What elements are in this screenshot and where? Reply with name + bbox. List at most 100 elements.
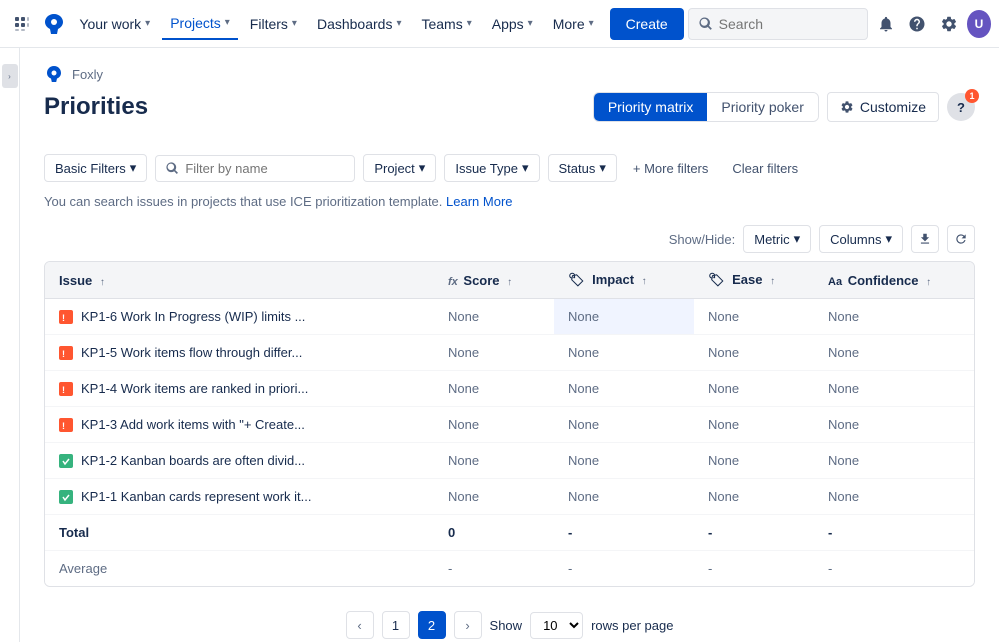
score-cell: None (434, 407, 554, 443)
avatar[interactable]: U (967, 10, 991, 38)
table-row[interactable]: KP1-2 Kanban boards are often divid... N… (45, 443, 974, 479)
impact-cell[interactable]: None (554, 443, 694, 479)
svg-text:!: ! (62, 421, 65, 430)
issue-cell: ! KP1-3 Add work items with "+ Create... (45, 407, 434, 443)
ease-cell: None (694, 407, 814, 443)
your-work-chevron: ▾ (145, 18, 150, 29)
next-page-button[interactable]: › (454, 611, 482, 639)
table-row[interactable]: ! KP1-3 Add work items with "+ Create...… (45, 407, 974, 443)
col-issue[interactable]: Issue ↑ (45, 262, 434, 299)
issue-icon-red: ! (59, 346, 73, 360)
ease-cell: None (694, 443, 814, 479)
impact-cell[interactable]: None (554, 335, 694, 371)
confidence-cell: None (814, 335, 974, 371)
sidebar-toggle[interactable]: › (0, 48, 20, 642)
showhide-bar: Show/Hide: Metric ▾ Columns ▾ (44, 225, 975, 253)
pagination: ‹ 1 2 › Show 10 25 50 rows per page (44, 603, 975, 642)
status-filter-button[interactable]: Status ▾ (548, 154, 617, 182)
rows-per-page-select[interactable]: 10 25 50 (530, 612, 583, 639)
filter-search-box[interactable] (155, 155, 355, 182)
apps-chevron: ▾ (528, 18, 533, 29)
issue-cell: KP1-2 Kanban boards are often divid... (45, 443, 434, 479)
showhide-label: Show/Hide: (669, 232, 735, 247)
page-1-button[interactable]: 1 (382, 611, 410, 639)
total-label: Total (45, 515, 434, 551)
score-cell: None (434, 479, 554, 515)
issue-cell: ! KP1-6 Work In Progress (WIP) limits ..… (45, 299, 434, 335)
priority-matrix-tab[interactable]: Priority matrix (594, 93, 708, 121)
nav-teams[interactable]: Teams ▾ (413, 8, 479, 40)
svg-text:!: ! (62, 385, 65, 394)
ease-cell: None (694, 479, 814, 515)
learn-more-link[interactable]: Learn More (446, 194, 512, 209)
impact-sort-icon: ↑ (642, 276, 647, 287)
avg-ease: - (694, 551, 814, 587)
issue-icon-check (59, 490, 73, 504)
impact-cell[interactable]: None (554, 371, 694, 407)
ease-cell: None (694, 371, 814, 407)
project-filter-chevron: ▾ (419, 160, 426, 176)
project-icon (44, 64, 64, 84)
col-confidence[interactable]: Aa Confidence ↑ (814, 262, 974, 299)
clear-filters-button[interactable]: Clear filters (724, 156, 806, 181)
help-button-badge[interactable]: ? 1 (947, 93, 975, 121)
nav-your-work[interactable]: Your work ▾ (71, 8, 158, 40)
refresh-button[interactable] (947, 225, 975, 253)
impact-cell[interactable]: None (554, 479, 694, 515)
col-impact[interactable]: 🏷 Impact ↑ (554, 262, 694, 299)
total-score: 0 (434, 515, 554, 551)
dashboards-chevron: ▾ (396, 18, 401, 29)
col-score[interactable]: fx Score ↑ (434, 262, 554, 299)
project-filter-button[interactable]: Project ▾ (363, 154, 436, 182)
prev-page-button[interactable]: ‹ (346, 611, 374, 639)
table-row[interactable]: ! KP1-6 Work In Progress (WIP) limits ..… (45, 299, 974, 335)
col-ease[interactable]: 🏷 Ease ↑ (694, 262, 814, 299)
nav-filters[interactable]: Filters ▾ (242, 8, 305, 40)
layout: › Foxly Priorities Priority matrix Prior… (0, 48, 999, 642)
create-button[interactable]: Create (610, 8, 684, 40)
columns-button[interactable]: Columns ▾ (819, 225, 903, 253)
gear-icon (840, 100, 854, 114)
svg-text:!: ! (62, 313, 65, 322)
issue-type-filter-button[interactable]: Issue Type ▾ (444, 154, 539, 182)
more-filters-button[interactable]: + More filters (625, 156, 717, 181)
table-row[interactable]: ! KP1-5 Work items flow through differ..… (45, 335, 974, 371)
search-box[interactable] (688, 8, 868, 40)
avg-score: - (434, 551, 554, 587)
issue-icon-red: ! (59, 418, 73, 432)
nav-more[interactable]: More ▾ (545, 8, 602, 40)
notifications-button[interactable] (872, 8, 900, 40)
settings-button[interactable] (935, 8, 963, 40)
metric-button[interactable]: Metric ▾ (743, 225, 811, 253)
table-row[interactable]: ! KP1-4 Work items are ranked in priori.… (45, 371, 974, 407)
status-chevron: ▾ (599, 160, 606, 176)
customize-label: Customize (860, 99, 926, 115)
confidence-cell: None (814, 479, 974, 515)
nav-apps[interactable]: Apps ▾ (484, 8, 541, 40)
basic-filters-button[interactable]: Basic Filters ▾ (44, 154, 147, 182)
filter-name-input[interactable] (185, 161, 335, 176)
average-row: Average - - - - (45, 551, 974, 587)
sidebar-toggle-btn[interactable]: › (2, 64, 18, 88)
help-button[interactable] (903, 8, 931, 40)
issue-icon-red: ! (59, 310, 73, 324)
page-2-button[interactable]: 2 (418, 611, 446, 639)
table-row[interactable]: KP1-1 Kanban cards represent work it... … (45, 479, 974, 515)
priority-poker-tab[interactable]: Priority poker (707, 93, 817, 121)
info-text: You can search issues in projects that u… (44, 194, 975, 209)
impact-cell[interactable]: None (554, 299, 694, 335)
ease-icon: 🏷 (708, 272, 725, 287)
search-input[interactable] (719, 16, 839, 32)
export-button[interactable] (911, 225, 939, 253)
nav-projects[interactable]: Projects ▾ (162, 8, 238, 40)
refresh-icon (954, 232, 968, 246)
issue-cell: KP1-1 Kanban cards represent work it... (45, 479, 434, 515)
app-logo[interactable] (40, 8, 68, 40)
grid-icon[interactable] (8, 8, 36, 40)
ease-cell: None (694, 299, 814, 335)
confidence-cell: None (814, 407, 974, 443)
nav-dashboards[interactable]: Dashboards ▾ (309, 8, 410, 40)
customize-button[interactable]: Customize (827, 92, 939, 122)
issue-sort-icon: ↑ (100, 277, 105, 288)
impact-cell[interactable]: None (554, 407, 694, 443)
